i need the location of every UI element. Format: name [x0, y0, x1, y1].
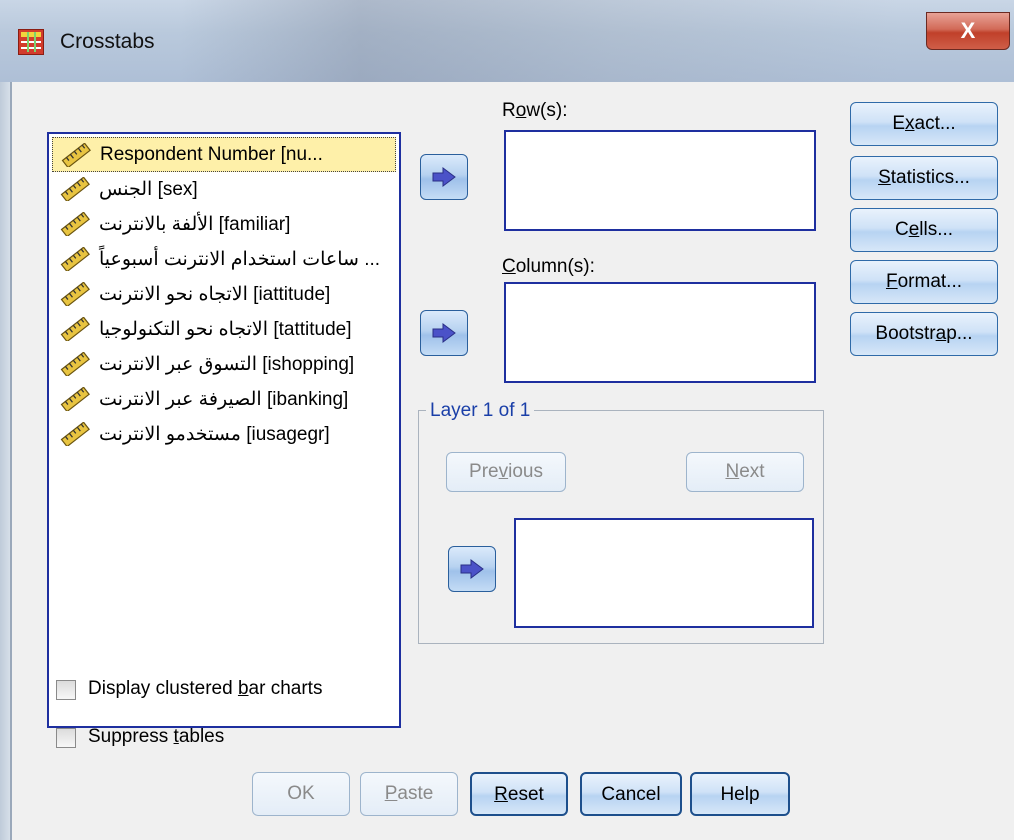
ruler-icon [61, 143, 91, 167]
ruler-icon [60, 282, 90, 306]
dialog-body: Respondent Number [nu... الجنس [sex] الأ… [10, 82, 1014, 840]
columns-list[interactable] [504, 282, 816, 383]
crosstabs-dialog: Crosstabs X Respondent Number [nu... الج… [0, 0, 1014, 840]
rows-list[interactable] [504, 130, 816, 231]
clustered-bar-charts-checkbox[interactable] [56, 680, 76, 700]
clustered-bar-charts-label: Display clustered bar charts [88, 678, 323, 699]
suppress-tables-checkbox[interactable] [56, 728, 76, 748]
variable-label: التسوق عبر الانترنت [ishopping] [99, 354, 355, 375]
help-button[interactable]: Help [690, 772, 790, 816]
variable-label: الجنس [sex] [99, 179, 198, 200]
variable-item[interactable]: التسوق عبر الانترنت [ishopping] [52, 347, 396, 382]
reset-button[interactable]: Reset [470, 772, 568, 816]
rows-label: Row(s): [502, 100, 568, 121]
variable-item[interactable]: Respondent Number [nu... [52, 137, 396, 172]
close-button[interactable]: X [926, 12, 1010, 50]
suppress-tables-label: Suppress tables [88, 726, 225, 747]
variable-item[interactable]: الصيرفة عبر الانترنت [ibanking] [52, 382, 396, 417]
paste-button[interactable]: Paste [360, 772, 458, 816]
ruler-icon [60, 177, 90, 201]
variable-item[interactable]: مستخدمو الانترنت [iusagegr] [52, 417, 396, 452]
arrow-right-icon [432, 323, 456, 343]
variable-label: الاتجاه نحو التكنولوجيا [tattitude] [99, 319, 352, 340]
ruler-icon [60, 387, 90, 411]
format-button[interactable]: Format... [850, 260, 998, 304]
next-button[interactable]: Next [686, 452, 804, 492]
variable-label: Respondent Number [nu... [100, 144, 323, 165]
cancel-button[interactable]: Cancel [580, 772, 682, 816]
arrow-right-icon [460, 559, 484, 579]
variable-item[interactable]: ساعات استخدام الانترنت أسبوعياً ... [52, 242, 396, 277]
ruler-icon [60, 247, 90, 271]
title-bar: Crosstabs X [0, 0, 1014, 82]
statistics-button[interactable]: Statistics... [850, 156, 998, 200]
move-to-layer-button[interactable] [448, 546, 496, 592]
arrow-right-icon [432, 167, 456, 187]
variable-label: مستخدمو الانترنت [iusagegr] [99, 424, 330, 445]
variable-item[interactable]: الجنس [sex] [52, 172, 396, 207]
variable-label: الاتجاه نحو الانترنت [iattitude] [99, 284, 331, 305]
variable-item[interactable]: الاتجاه نحو التكنولوجيا [tattitude] [52, 312, 396, 347]
variable-item[interactable]: الاتجاه نحو الانترنت [iattitude] [52, 277, 396, 312]
window-title: Crosstabs [60, 30, 155, 53]
move-to-rows-button[interactable] [420, 154, 468, 200]
layer-title: Layer 1 of 1 [426, 400, 535, 422]
bootstrap-button[interactable]: Bootstrap... [850, 312, 998, 356]
variable-label: ساعات استخدام الانترنت أسبوعياً ... [99, 249, 381, 270]
ok-button[interactable]: OK [252, 772, 350, 816]
previous-button[interactable]: Previous [446, 452, 566, 492]
variable-item[interactable]: الألفة بالانترنت [familiar] [52, 207, 396, 242]
ruler-icon [60, 352, 90, 376]
exact-button[interactable]: Exact... [850, 102, 998, 146]
variable-label: الصيرفة عبر الانترنت [ibanking] [99, 389, 349, 410]
move-to-columns-button[interactable] [420, 310, 468, 356]
ruler-icon [60, 422, 90, 446]
layer-list[interactable] [514, 518, 814, 628]
crosstabs-table-icon [18, 29, 44, 55]
variable-list[interactable]: Respondent Number [nu... الجنس [sex] الأ… [47, 132, 401, 728]
ruler-icon [60, 317, 90, 341]
columns-label: Column(s): [502, 256, 595, 277]
cells-button[interactable]: Cells... [850, 208, 998, 252]
ruler-icon [60, 212, 90, 236]
variable-label: الألفة بالانترنت [familiar] [99, 214, 291, 235]
